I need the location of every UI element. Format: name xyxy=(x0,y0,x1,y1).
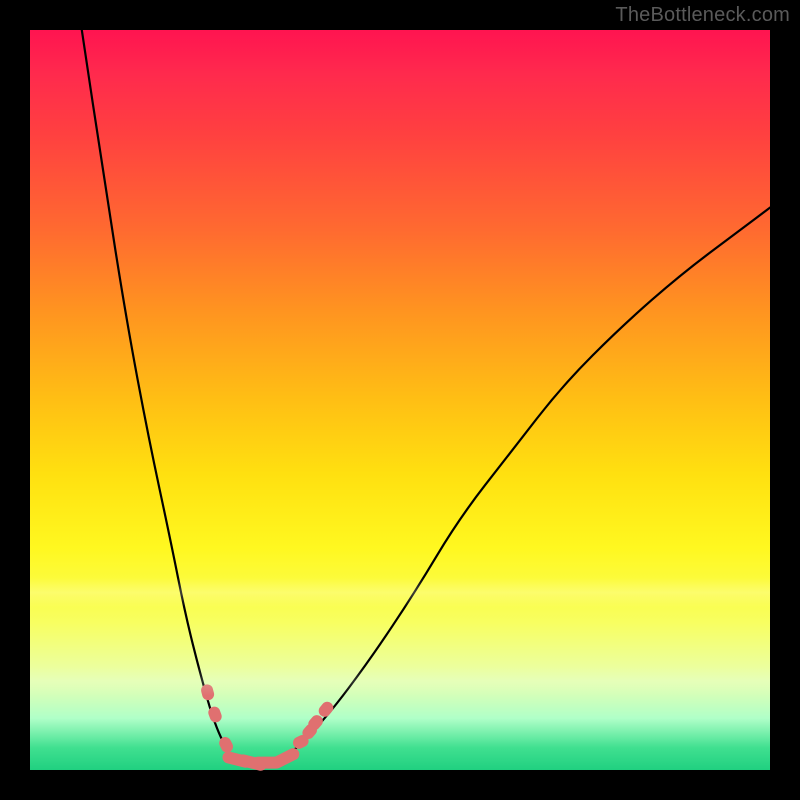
plot-area xyxy=(30,30,770,770)
outer-frame: TheBottleneck.com xyxy=(0,0,800,800)
watermark-text: TheBottleneck.com xyxy=(615,4,790,27)
bottleneck-curve xyxy=(82,30,770,763)
chart-svg xyxy=(30,30,770,770)
curve-marker xyxy=(269,746,301,770)
marker-layer xyxy=(200,683,336,772)
curve-marker xyxy=(217,735,235,755)
curve-marker xyxy=(200,683,216,702)
